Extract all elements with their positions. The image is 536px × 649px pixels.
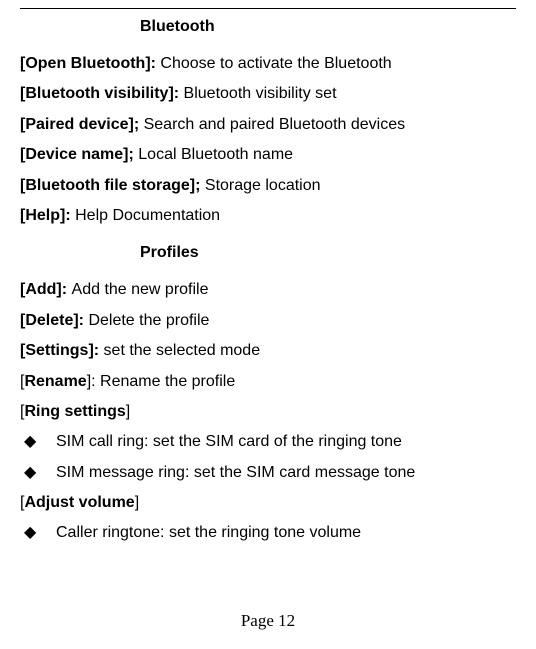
entry-label: Ring settings — [24, 403, 125, 420]
bullet-item: ◆ SIM message ring: set the SIM card mes… — [20, 458, 516, 488]
entry-desc: Add the new profile — [72, 281, 209, 298]
entry-desc: Choose to activate the Bluetooth — [160, 55, 391, 72]
entry-ring-settings: [Ring settings] — [20, 397, 516, 427]
entry-label: [Add]: — [20, 281, 72, 298]
entry-delete: [Delete]: Delete the profile — [20, 306, 516, 336]
bullet-text: Caller ringtone: set the ringing tone vo… — [56, 518, 516, 548]
entry-bt-storage: [Bluetooth file storage]; Storage locati… — [20, 171, 516, 201]
entry-desc: Storage location — [205, 177, 321, 194]
bracket-close: ] — [126, 403, 130, 420]
entry-label: [Open Bluetooth]: — [20, 55, 160, 72]
entry-label: [Delete]: — [20, 312, 88, 329]
bullet-text: SIM call ring: set the SIM card of the r… — [56, 427, 516, 457]
entry-paired-device: [Paired device]; Search and paired Bluet… — [20, 110, 516, 140]
entry-label: [Bluetooth file storage]; — [20, 177, 205, 194]
entry-label: [Help]: — [20, 207, 75, 224]
bullet-item: ◆ SIM call ring: set the SIM card of the… — [20, 427, 516, 457]
bracket-close: ] — [135, 494, 139, 511]
diamond-bullet-icon: ◆ — [20, 458, 56, 488]
bracket-close: ]: — [87, 373, 100, 390]
page-number: Page 12 — [0, 605, 536, 637]
entry-desc: Local Bluetooth name — [138, 146, 293, 163]
section-heading-profiles: Profiles — [20, 237, 516, 269]
entry-settings: [Settings]: set the selected mode — [20, 336, 516, 366]
bullet-text: SIM message ring: set the SIM card messa… — [56, 458, 516, 488]
entry-label: [Device name]; — [20, 146, 138, 163]
entry-label: [Settings]: — [20, 342, 104, 359]
entry-device-name: [Device name]; Local Bluetooth name — [20, 140, 516, 170]
entry-label: Rename — [24, 373, 86, 390]
diamond-bullet-icon: ◆ — [20, 518, 56, 548]
entry-desc: Rename the profile — [100, 373, 235, 390]
diamond-bullet-icon: ◆ — [20, 427, 56, 457]
bullet-item: ◆ Caller ringtone: set the ringing tone … — [20, 518, 516, 548]
entry-add: [Add]: Add the new profile — [20, 275, 516, 305]
top-rule — [20, 8, 516, 9]
entry-adjust-volume: [Adjust volume] — [20, 488, 516, 518]
entry-desc: Search and paired Bluetooth devices — [144, 116, 406, 133]
entry-help: [Help]: Help Documentation — [20, 201, 516, 231]
entry-rename: [Rename]: Rename the profile — [20, 367, 516, 397]
entry-desc: Delete the profile — [88, 312, 209, 329]
document-page: Bluetooth [Open Bluetooth]: Choose to ac… — [0, 0, 536, 649]
entry-bt-visibility: [Bluetooth visibility]: Bluetooth visibi… — [20, 79, 516, 109]
section-heading-bluetooth: Bluetooth — [20, 11, 516, 43]
entry-label: [Bluetooth visibility]: — [20, 85, 184, 102]
entry-desc: set the selected mode — [104, 342, 261, 359]
entry-label: Adjust volume — [24, 494, 134, 511]
entry-desc: Bluetooth visibility set — [184, 85, 337, 102]
entry-open-bluetooth: [Open Bluetooth]: Choose to activate the… — [20, 49, 516, 79]
entry-desc: Help Documentation — [75, 207, 220, 224]
entry-label: [Paired device]; — [20, 116, 144, 133]
